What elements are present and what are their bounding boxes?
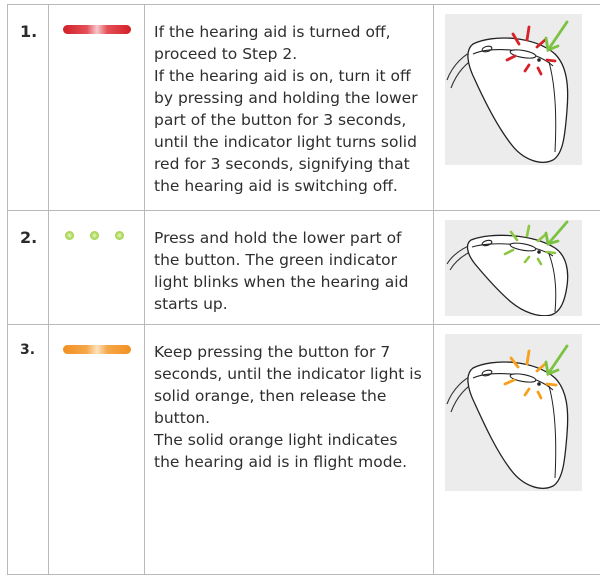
- instruction-cell: If the hearing aid is turned off, procee…: [144, 4, 434, 211]
- step-row-1: 1. If the hearing aid is turned off, pro…: [7, 4, 600, 211]
- illustration-cell: [433, 324, 600, 575]
- green-light-dot-icon: [65, 231, 74, 240]
- instruction-cell: Keep pressing the button for 7 seconds, …: [144, 324, 434, 575]
- green-light-dot-icon: [90, 231, 99, 240]
- step-row-3: 3. Keep pressing the button for 7 second…: [7, 324, 600, 575]
- illustration-cell: [433, 210, 600, 325]
- instruction-text: If the hearing aid is on, turn it off by…: [154, 67, 418, 195]
- instruction-text: Keep pressing the button for 7 seconds, …: [154, 343, 422, 427]
- indicator-cell: [48, 210, 145, 325]
- step-number-cell: 2.: [7, 210, 49, 325]
- step-number: 1.: [20, 22, 38, 41]
- illustration-cell: [433, 4, 600, 211]
- instruction-text: Press and hold the lower part of the but…: [154, 229, 409, 313]
- green-light-dot-icon: [115, 231, 124, 240]
- solid-orange-indicator: [49, 325, 144, 365]
- steps-table: 1. If the hearing aid is turned off, pro…: [7, 4, 600, 575]
- step-number-cell: 1.: [7, 4, 49, 211]
- hearing-aid-red-light-illustration: [445, 14, 582, 165]
- orange-light-bar-icon: [63, 345, 131, 354]
- red-light-bar-icon: [63, 25, 131, 34]
- solid-red-indicator: [49, 5, 144, 45]
- step-number-cell: 3.: [7, 324, 49, 575]
- step-number: 2.: [20, 228, 38, 247]
- instruction-cell: Press and hold the lower part of the but…: [144, 210, 434, 325]
- blinking-green-indicator: [49, 211, 144, 251]
- instruction-text: The solid orange light indicates the hea…: [154, 431, 408, 471]
- instruction-page: 1. If the hearing aid is turned off, pro…: [0, 0, 600, 581]
- instruction-text: If the hearing aid is turned off, procee…: [154, 23, 391, 63]
- step-number: 3.: [20, 342, 36, 358]
- hearing-aid-green-light-illustration: [445, 220, 582, 316]
- indicator-cell: [48, 324, 145, 575]
- step-row-2: 2. Press and hold the lower part of the …: [7, 210, 600, 325]
- hearing-aid-orange-light-illustration: [445, 334, 582, 491]
- indicator-cell: [48, 4, 145, 211]
